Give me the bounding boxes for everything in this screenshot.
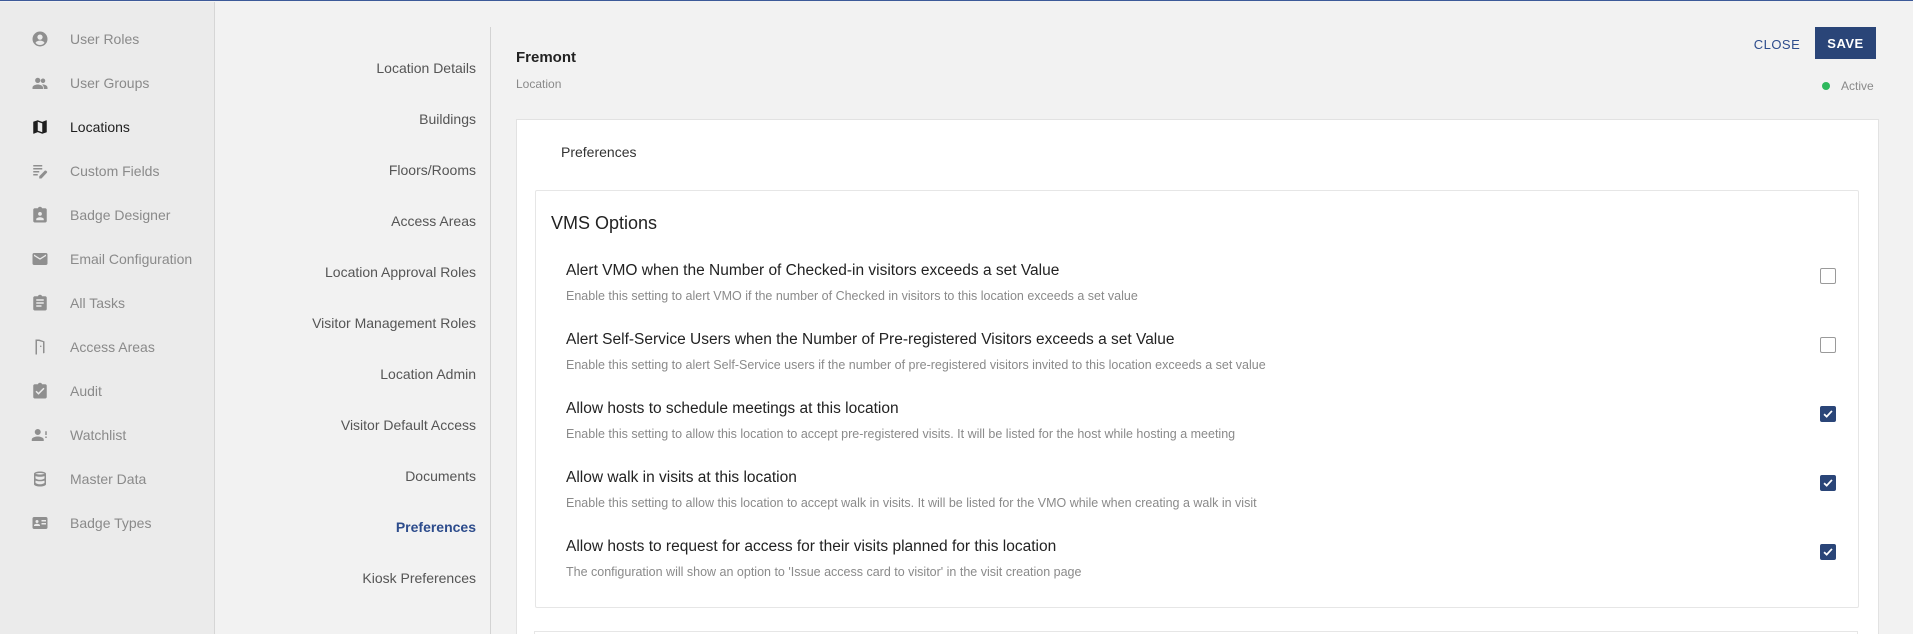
sidebar-item-label: Email Configuration — [70, 251, 193, 267]
status-indicator: Active — [1822, 79, 1874, 93]
map-icon — [30, 117, 50, 137]
subnav-item-floors-rooms[interactable]: Floors/Rooms — [389, 162, 476, 184]
sidebar-item-badge-designer[interactable]: Badge Designer — [30, 203, 170, 227]
close-button[interactable]: CLOSE — [1745, 31, 1809, 57]
sidebar-item-email-configuration[interactable]: Email Configuration — [30, 247, 192, 271]
sidebar-item-label: All Tasks — [70, 295, 125, 311]
option-description: Enable this setting to allow this locati… — [566, 496, 1257, 510]
option-title: Allow hosts to schedule meetings at this… — [566, 400, 899, 417]
subnav-item-location-admin[interactable]: Location Admin — [380, 366, 476, 388]
subnav-item-location-approval-roles[interactable]: Location Approval Roles — [325, 264, 476, 286]
sidebar-item-label: User Roles — [70, 31, 140, 47]
sidebar-item-audit[interactable]: Audit — [30, 379, 102, 403]
sidebar-item-watchlist[interactable]: Watchlist — [30, 423, 126, 447]
option-description: Enable this setting to alert VMO if the … — [566, 289, 1138, 303]
people-icon — [30, 73, 50, 93]
save-button[interactable]: SAVE — [1815, 27, 1876, 59]
option-title: Alert Self-Service Users when the Number… — [566, 331, 1175, 348]
badge-icon — [30, 205, 50, 225]
check-icon — [1823, 410, 1833, 418]
id-card-icon — [30, 513, 50, 533]
sidebar-item-locations[interactable]: Locations — [30, 115, 130, 139]
subnav-item-location-details[interactable]: Location Details — [376, 60, 476, 82]
sidebar-item-custom-fields[interactable]: Custom Fields — [30, 159, 159, 183]
main-sidebar: User Roles User Groups Locations Custom … — [0, 2, 215, 634]
option-allow-hosts-request-access: Allow hosts to request for access for th… — [566, 537, 1836, 597]
sidebar-item-user-roles[interactable]: User Roles — [30, 27, 139, 51]
option-title: Allow walk in visits at this location — [566, 469, 797, 486]
sidebar-item-label: Access Areas — [70, 339, 155, 355]
sidebar-item-badge-types[interactable]: Badge Types — [30, 511, 151, 535]
option-checkbox[interactable] — [1820, 337, 1836, 353]
sidebar-item-all-tasks[interactable]: All Tasks — [30, 291, 125, 315]
sidebar-item-master-data[interactable]: Master Data — [30, 467, 146, 491]
edit-note-icon — [30, 161, 50, 181]
option-title: Alert VMO when the Number of Checked-in … — [566, 262, 1060, 279]
subnav-item-documents[interactable]: Documents — [405, 468, 476, 490]
subnav-item-kiosk-preferences[interactable]: Kiosk Preferences — [362, 570, 476, 592]
option-checkbox[interactable] — [1820, 544, 1836, 560]
sidebar-item-label: Badge Designer — [70, 207, 171, 223]
option-alert-vmo-checked-in: Alert VMO when the Number of Checked-in … — [566, 261, 1836, 321]
subnav-item-buildings[interactable]: Buildings — [419, 111, 476, 133]
assignment-icon — [30, 293, 50, 313]
option-description: The configuration will show an option to… — [566, 565, 1082, 579]
email-icon — [30, 249, 50, 269]
sidebar-item-label: Custom Fields — [70, 163, 160, 179]
sidebar-item-label: User Groups — [70, 75, 150, 91]
subnav-item-visitor-management-roles[interactable]: Visitor Management Roles — [312, 315, 476, 337]
option-title: Allow hosts to request for access for th… — [566, 538, 1057, 555]
option-checkbox[interactable] — [1820, 406, 1836, 422]
option-description: Enable this setting to allow this locati… — [566, 427, 1236, 441]
location-subnav: Location Details Buildings Floors/Rooms … — [215, 2, 491, 634]
sidebar-item-label: Audit — [70, 383, 102, 399]
vms-options-section: VMS Options Alert VMO when the Number of… — [535, 190, 1859, 608]
sidebar-item-label: Locations — [70, 119, 130, 135]
option-description: Enable this setting to alert Self-Servic… — [566, 358, 1266, 372]
check-icon — [1823, 548, 1833, 556]
assignment-check-icon — [30, 381, 50, 401]
option-allow-hosts-schedule-meetings: Allow hosts to schedule meetings at this… — [566, 399, 1836, 459]
sidebar-item-label: Watchlist — [70, 427, 127, 443]
preferences-card: Preferences VMS Options Alert VMO when t… — [516, 119, 1879, 634]
section-title: VMS Options — [551, 213, 658, 233]
option-allow-walk-in-visits: Allow walk in visits at this location En… — [566, 468, 1836, 528]
option-alert-self-service-pre-registered: Alert Self-Service Users when the Number… — [566, 330, 1836, 390]
door-icon — [30, 337, 50, 357]
location-subtitle: Location — [516, 77, 562, 91]
option-checkbox[interactable] — [1820, 268, 1836, 284]
subnav-item-access-areas[interactable]: Access Areas — [391, 213, 476, 235]
subnav-divider — [490, 27, 491, 634]
sidebar-item-label: Badge Types — [70, 515, 152, 531]
subnav-item-visitor-default-access[interactable]: Visitor Default Access — [341, 417, 476, 439]
person-alert-icon — [30, 425, 50, 445]
database-icon — [30, 469, 50, 489]
option-checkbox[interactable] — [1820, 475, 1836, 491]
subnav-item-preferences[interactable]: Preferences — [396, 519, 476, 541]
check-icon — [1823, 479, 1833, 487]
account-circle-icon — [30, 29, 50, 49]
sidebar-item-label: Master Data — [70, 471, 147, 487]
sidebar-item-access-areas[interactable]: Access Areas — [30, 335, 155, 359]
status-label: Active — [1841, 79, 1874, 93]
location-name: Fremont — [516, 49, 576, 66]
sidebar-item-user-groups[interactable]: User Groups — [30, 71, 149, 95]
status-dot-icon — [1822, 82, 1830, 90]
tab-preferences[interactable]: Preferences — [561, 144, 636, 160]
